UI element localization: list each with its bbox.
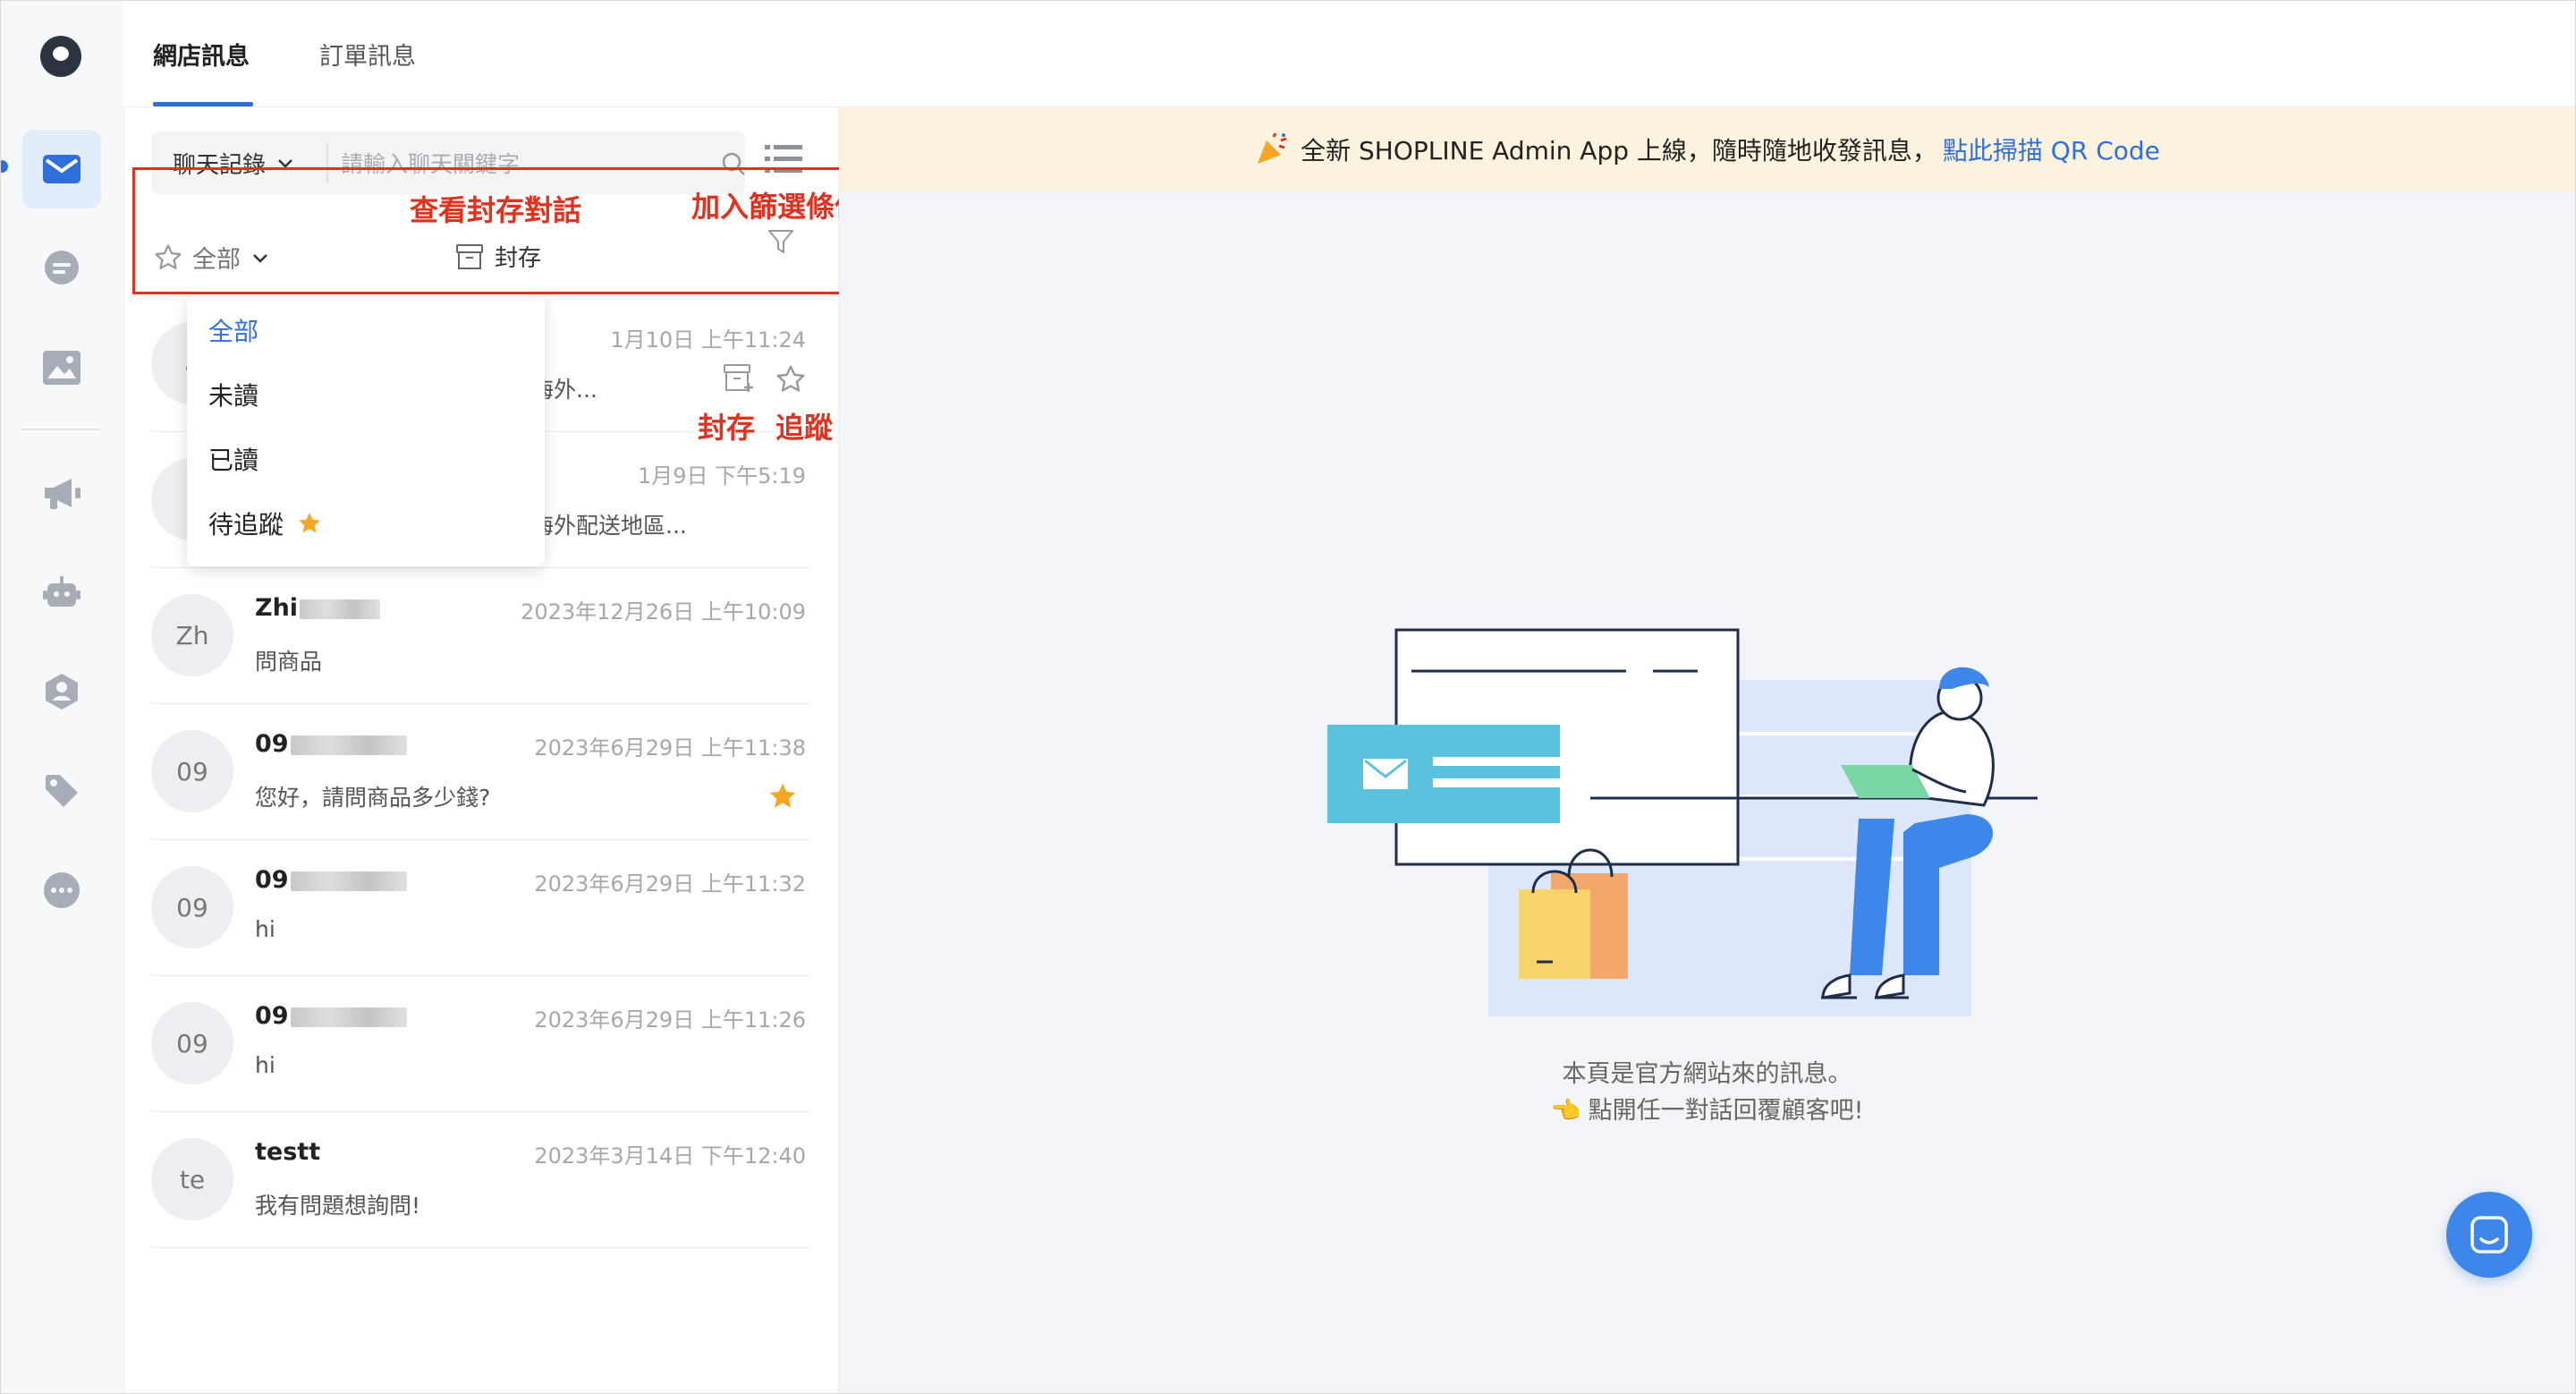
list-item[interactable]: 09 09 2023年6月29日 上午11:38 您好，請問商品多少錢? bbox=[151, 703, 811, 840]
banner-qr-link[interactable]: 點此掃描 QR Code bbox=[1943, 132, 2160, 167]
redacted-block bbox=[290, 871, 407, 891]
redacted-block bbox=[290, 735, 407, 755]
avatar: Zh bbox=[151, 594, 233, 676]
dropdown-item-all[interactable]: 全部 bbox=[208, 312, 258, 348]
star-filled-icon[interactable] bbox=[767, 780, 799, 812]
message-time: 2023年6月29日 上午11:26 bbox=[534, 1007, 806, 1033]
message-preview: 您好，請問商品多少錢? bbox=[255, 785, 491, 811]
user-badge-icon bbox=[46, 674, 78, 710]
banner-text: 全新 SHOPLINE Admin App 上線，隨時隨地收發訊息， bbox=[1301, 135, 1937, 166]
empty-state-line1: 本頁是官方網站來的訊息。 bbox=[1562, 1060, 1852, 1088]
filter-dropdown-menu: 全部 未讀 已讀 待追蹤 bbox=[187, 296, 545, 566]
star-icon bbox=[299, 513, 320, 533]
tab-shop-messages[interactable]: 網店訊息 bbox=[153, 37, 250, 72]
chat-icon bbox=[45, 251, 79, 285]
dropdown-item-unread[interactable]: 未讀 bbox=[208, 377, 258, 412]
list-item[interactable]: te testt 2023年3月14日 下午12:40 我有問題想詢問! bbox=[151, 1111, 811, 1248]
annotation-view-archived: 查看封存對話 bbox=[410, 193, 582, 227]
sidebar-divider bbox=[21, 429, 101, 430]
message-preview: 問商品 bbox=[255, 649, 323, 675]
app-logo-icon[interactable] bbox=[40, 36, 81, 77]
avatar: 09 bbox=[151, 1002, 233, 1084]
annotation-follow: 追蹤 bbox=[775, 411, 834, 445]
live-chat-button[interactable] bbox=[2446, 1192, 2532, 1278]
empty-state-illustration bbox=[1327, 628, 2038, 1016]
sidebar-item-more[interactable] bbox=[22, 851, 101, 930]
star-outline-icon[interactable] bbox=[775, 363, 807, 395]
chat-bubble-icon bbox=[2470, 1216, 2508, 1254]
message-preview: hi bbox=[255, 1052, 275, 1078]
avatar: te bbox=[151, 1138, 233, 1220]
dropdown-item-read[interactable]: 已讀 bbox=[208, 441, 258, 477]
sidebar-item-broadcast[interactable] bbox=[22, 454, 101, 532]
avatar: 09 bbox=[151, 866, 233, 948]
party-popper-icon bbox=[1258, 132, 1287, 164]
sidebar-item-members[interactable] bbox=[22, 652, 101, 731]
announcement-banner: 全新 SHOPLINE Admin App 上線，隨時隨地收發訊息， 點此掃描 … bbox=[839, 107, 2575, 191]
robot-icon bbox=[43, 576, 80, 607]
list-item[interactable]: Zh Zhi 2023年12月26日 上午10:09 問商品 bbox=[151, 567, 811, 704]
top-tabs: 網店訊息 訂單訊息 bbox=[123, 1, 2575, 107]
redacted-block bbox=[290, 1007, 407, 1027]
sidebar-item-messages[interactable] bbox=[22, 130, 101, 208]
list-item[interactable]: 09 09 2023年6月29日 上午11:32 hi bbox=[151, 839, 811, 976]
message-preview: hi bbox=[255, 916, 275, 942]
app-window: 網店訊息 訂單訊息 聊天記錄 全部 封存 bbox=[0, 0, 2576, 1394]
contact-name: 09 bbox=[255, 730, 407, 758]
message-time: 2023年3月14日 下午12:40 bbox=[534, 1143, 806, 1169]
message-time: 1月9日 下午5:19 bbox=[637, 463, 806, 489]
more-icon bbox=[44, 872, 80, 908]
tag-icon bbox=[46, 775, 78, 807]
image-icon bbox=[43, 351, 80, 385]
archive-add-icon[interactable] bbox=[723, 363, 755, 394]
list-item[interactable]: 09 09 2023年6月29日 上午11:26 hi bbox=[151, 975, 811, 1112]
contact-name: Zhi bbox=[255, 594, 381, 622]
sidebar-item-tags[interactable] bbox=[22, 752, 101, 830]
main-content: 全新 SHOPLINE Admin App 上線，隨時隨地收發訊息， 點此掃描 … bbox=[839, 107, 2575, 1393]
contact-name: 09 bbox=[255, 1002, 407, 1030]
message-time: 2023年6月29日 上午11:38 bbox=[534, 735, 806, 761]
dropdown-item-follow-up[interactable]: 待追蹤 bbox=[208, 506, 323, 541]
tab-active-underline bbox=[153, 102, 253, 106]
sidebar-item-chat[interactable] bbox=[22, 229, 101, 308]
message-time: 2023年12月26日 上午10:09 bbox=[521, 599, 806, 625]
redacted-block bbox=[300, 599, 381, 619]
sidebar-item-media[interactable] bbox=[22, 328, 101, 407]
message-preview: 我有問題想詢問! bbox=[255, 1193, 421, 1219]
avatar: 09 bbox=[151, 730, 233, 812]
mail-icon bbox=[43, 155, 80, 183]
megaphone-icon bbox=[45, 479, 80, 509]
annotation-add-filter: 加入篩選條件 bbox=[691, 190, 864, 224]
row-actions bbox=[723, 363, 807, 395]
message-time: 2023年6月29日 上午11:32 bbox=[534, 871, 806, 897]
empty-state-line2: 👈 點開任一對話回覆顧客吧! bbox=[1550, 1097, 1864, 1125]
icon-sidebar bbox=[1, 1, 124, 1393]
annotation-archive: 封存 bbox=[698, 411, 756, 445]
tab-order-messages[interactable]: 訂單訊息 bbox=[319, 37, 416, 72]
message-time: 1月10日 上午11:24 bbox=[610, 327, 806, 353]
sidebar-item-bot[interactable] bbox=[22, 553, 101, 632]
contact-name: testt bbox=[255, 1138, 321, 1166]
contact-name: 09 bbox=[255, 866, 407, 894]
active-indicator bbox=[1, 160, 8, 173]
